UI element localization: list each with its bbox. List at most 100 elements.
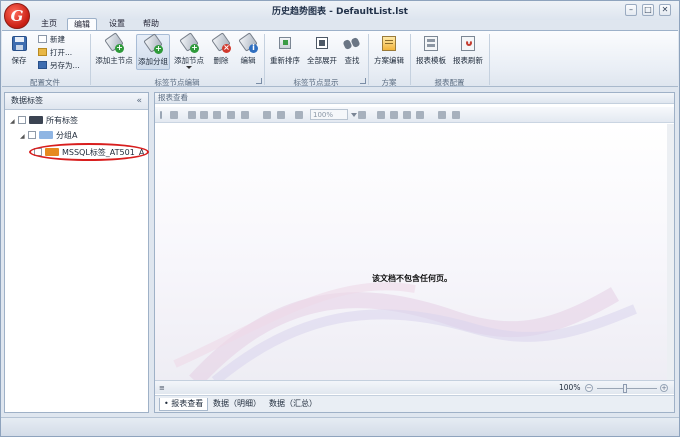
open-label: 打开... (50, 48, 73, 57)
decorative-waves (173, 282, 637, 381)
report-status-bar: ≡ 100% − + (155, 380, 674, 394)
group-folder-icon (39, 131, 53, 139)
find-label: 查找 (344, 56, 360, 65)
zoom-minus-button[interactable]: − (585, 384, 593, 392)
window-title: 历史趋势图表 - DefaultList.lst (271, 7, 408, 17)
add-main-node-button[interactable]: + 添加主节点 (94, 32, 134, 70)
tab-data-summary[interactable]: 数据（汇总） (265, 398, 321, 411)
ribbon: 保存 新建 打开... 另存为... 配置文件 + 添加主节点 + 添加分组 +… (2, 30, 678, 87)
first-page-icon[interactable] (377, 111, 385, 119)
hand-tool-icon[interactable] (263, 111, 271, 119)
minimize-button[interactable]: – (625, 4, 637, 16)
zoom-slider-thumb[interactable] (623, 384, 627, 393)
edit-label: 编辑 (240, 56, 256, 65)
edit-button[interactable]: i 编辑 (236, 32, 260, 70)
tree-checkbox[interactable] (18, 116, 26, 124)
save-as-label: 另存为... (50, 61, 80, 70)
dialog-launcher-icon[interactable] (256, 78, 262, 84)
file-group-label: 配置文件 (30, 78, 60, 87)
open-folder-icon (38, 48, 47, 56)
zoom-plus-button[interactable]: + (660, 384, 668, 392)
scheme-edit-label: 方案编辑 (374, 56, 404, 65)
save-as-button[interactable]: 另存为... (38, 60, 80, 71)
binoculars-icon[interactable] (170, 111, 178, 119)
tree-checkbox[interactable] (28, 131, 36, 139)
report-refresh-icon (458, 34, 478, 53)
ribbon-separator (410, 34, 411, 85)
save-label: 保存 (11, 56, 27, 65)
ribbon-separator (90, 34, 91, 85)
app-status-bar (1, 417, 679, 436)
open-button[interactable]: 打开... (38, 47, 72, 58)
expand-all-button[interactable]: 全部展开 (305, 34, 339, 70)
chevron-down-icon[interactable] (351, 113, 357, 117)
scale-icon[interactable] (241, 111, 249, 119)
expand-all-icon (312, 34, 332, 53)
report-viewer-title: 报表查看 (158, 93, 188, 102)
tag-display-group-label: 标签节点显示 (293, 78, 339, 87)
new-label: 新建 (50, 35, 65, 44)
binoculars-icon (342, 34, 362, 53)
app-logo-letter: G (10, 7, 24, 25)
zoom-out-icon[interactable] (295, 111, 303, 119)
tag-edit-icon: i (238, 32, 258, 53)
quick-print-icon[interactable] (213, 111, 221, 119)
dialog-launcher-icon[interactable] (360, 78, 366, 84)
ribbon-separator (264, 34, 265, 85)
background-icon[interactable] (452, 111, 460, 119)
data-tags-panel: 数据标签 « ◢ 所有标签 ◢ 分组A MSSQL标签_AT501_A (4, 92, 149, 413)
tab-report-view[interactable]: • 报表查看 (159, 398, 209, 411)
scheme-icon (379, 34, 399, 53)
close-button[interactable]: ✕ (659, 4, 671, 16)
tree-expand-icon[interactable]: ◢ (20, 131, 28, 143)
zoom-in-icon[interactable] (358, 111, 366, 119)
tag-group-add-icon: + (143, 33, 163, 54)
open-icon[interactable] (188, 111, 196, 119)
scheme-group-label: 方案 (381, 78, 397, 87)
multiple-pages-icon[interactable] (438, 111, 446, 119)
add-main-node-label: 添加主节点 (95, 56, 133, 65)
magnifier-icon[interactable] (277, 111, 285, 119)
tab-data-detail[interactable]: 数据（明细） (209, 398, 265, 411)
vertical-scrollbar[interactable] (667, 124, 674, 381)
new-file-icon (38, 35, 47, 43)
zoom-combo[interactable]: 100% (310, 109, 348, 120)
add-node-button[interactable]: + 添加节点 (172, 32, 206, 70)
add-group-label: 添加分组 (138, 57, 168, 66)
report-template-label: 报表模板 (416, 56, 446, 65)
next-page-icon[interactable] (403, 111, 411, 119)
last-page-icon[interactable] (416, 111, 424, 119)
expand-all-label: 全部展开 (307, 56, 337, 65)
scheme-edit-button[interactable]: 方案编辑 (372, 34, 406, 70)
report-bottom-tabs: • 报表查看 数据（明细） 数据（汇总） (155, 395, 674, 412)
app-menu-button[interactable]: G (4, 3, 30, 29)
report-refresh-label: 报表刷新 (453, 56, 483, 65)
report-toolbar: 100% (155, 107, 674, 123)
tree-expand-icon[interactable]: ◢ (10, 116, 18, 128)
save-button[interactable]: 保存 (5, 34, 33, 70)
new-button[interactable]: 新建 (38, 34, 65, 45)
tag-delete-icon: × (211, 32, 231, 53)
add-group-button[interactable]: + 添加分组 (136, 33, 170, 70)
find-button[interactable]: 查找 (342, 34, 362, 70)
ribbon-separator (368, 34, 369, 85)
previous-page-icon[interactable] (390, 111, 398, 119)
report-group-label: 报表配置 (434, 78, 465, 87)
print-icon[interactable] (200, 111, 208, 119)
page-setup-icon[interactable] (227, 111, 235, 119)
report-refresh-button[interactable]: 报表刷新 (451, 34, 485, 70)
delete-button[interactable]: × 删除 (209, 32, 233, 70)
tree-node-group-a[interactable]: ◢ 分组A (20, 130, 77, 142)
data-tags-header: 数据标签 « (5, 93, 148, 110)
page-icon: ≡ (159, 384, 165, 392)
tag-edit-group-label: 标签节点编辑 (154, 78, 200, 87)
report-template-button[interactable]: 报表模板 (414, 34, 448, 70)
collapse-panel-button[interactable]: « (136, 93, 142, 109)
tree-node-all-tags[interactable]: ◢ 所有标签 (10, 115, 78, 127)
app-window: 历史趋势图表 - DefaultList.lst – □ ✕ G 主页 编辑 设… (0, 0, 680, 437)
add-node-label: 添加节点 (174, 56, 204, 65)
toolbar-grip-icon (160, 111, 162, 119)
zoom-slider-track[interactable] (597, 388, 657, 389)
resort-button[interactable]: 重新排序 (268, 34, 302, 70)
maximize-button[interactable]: □ (642, 4, 654, 16)
